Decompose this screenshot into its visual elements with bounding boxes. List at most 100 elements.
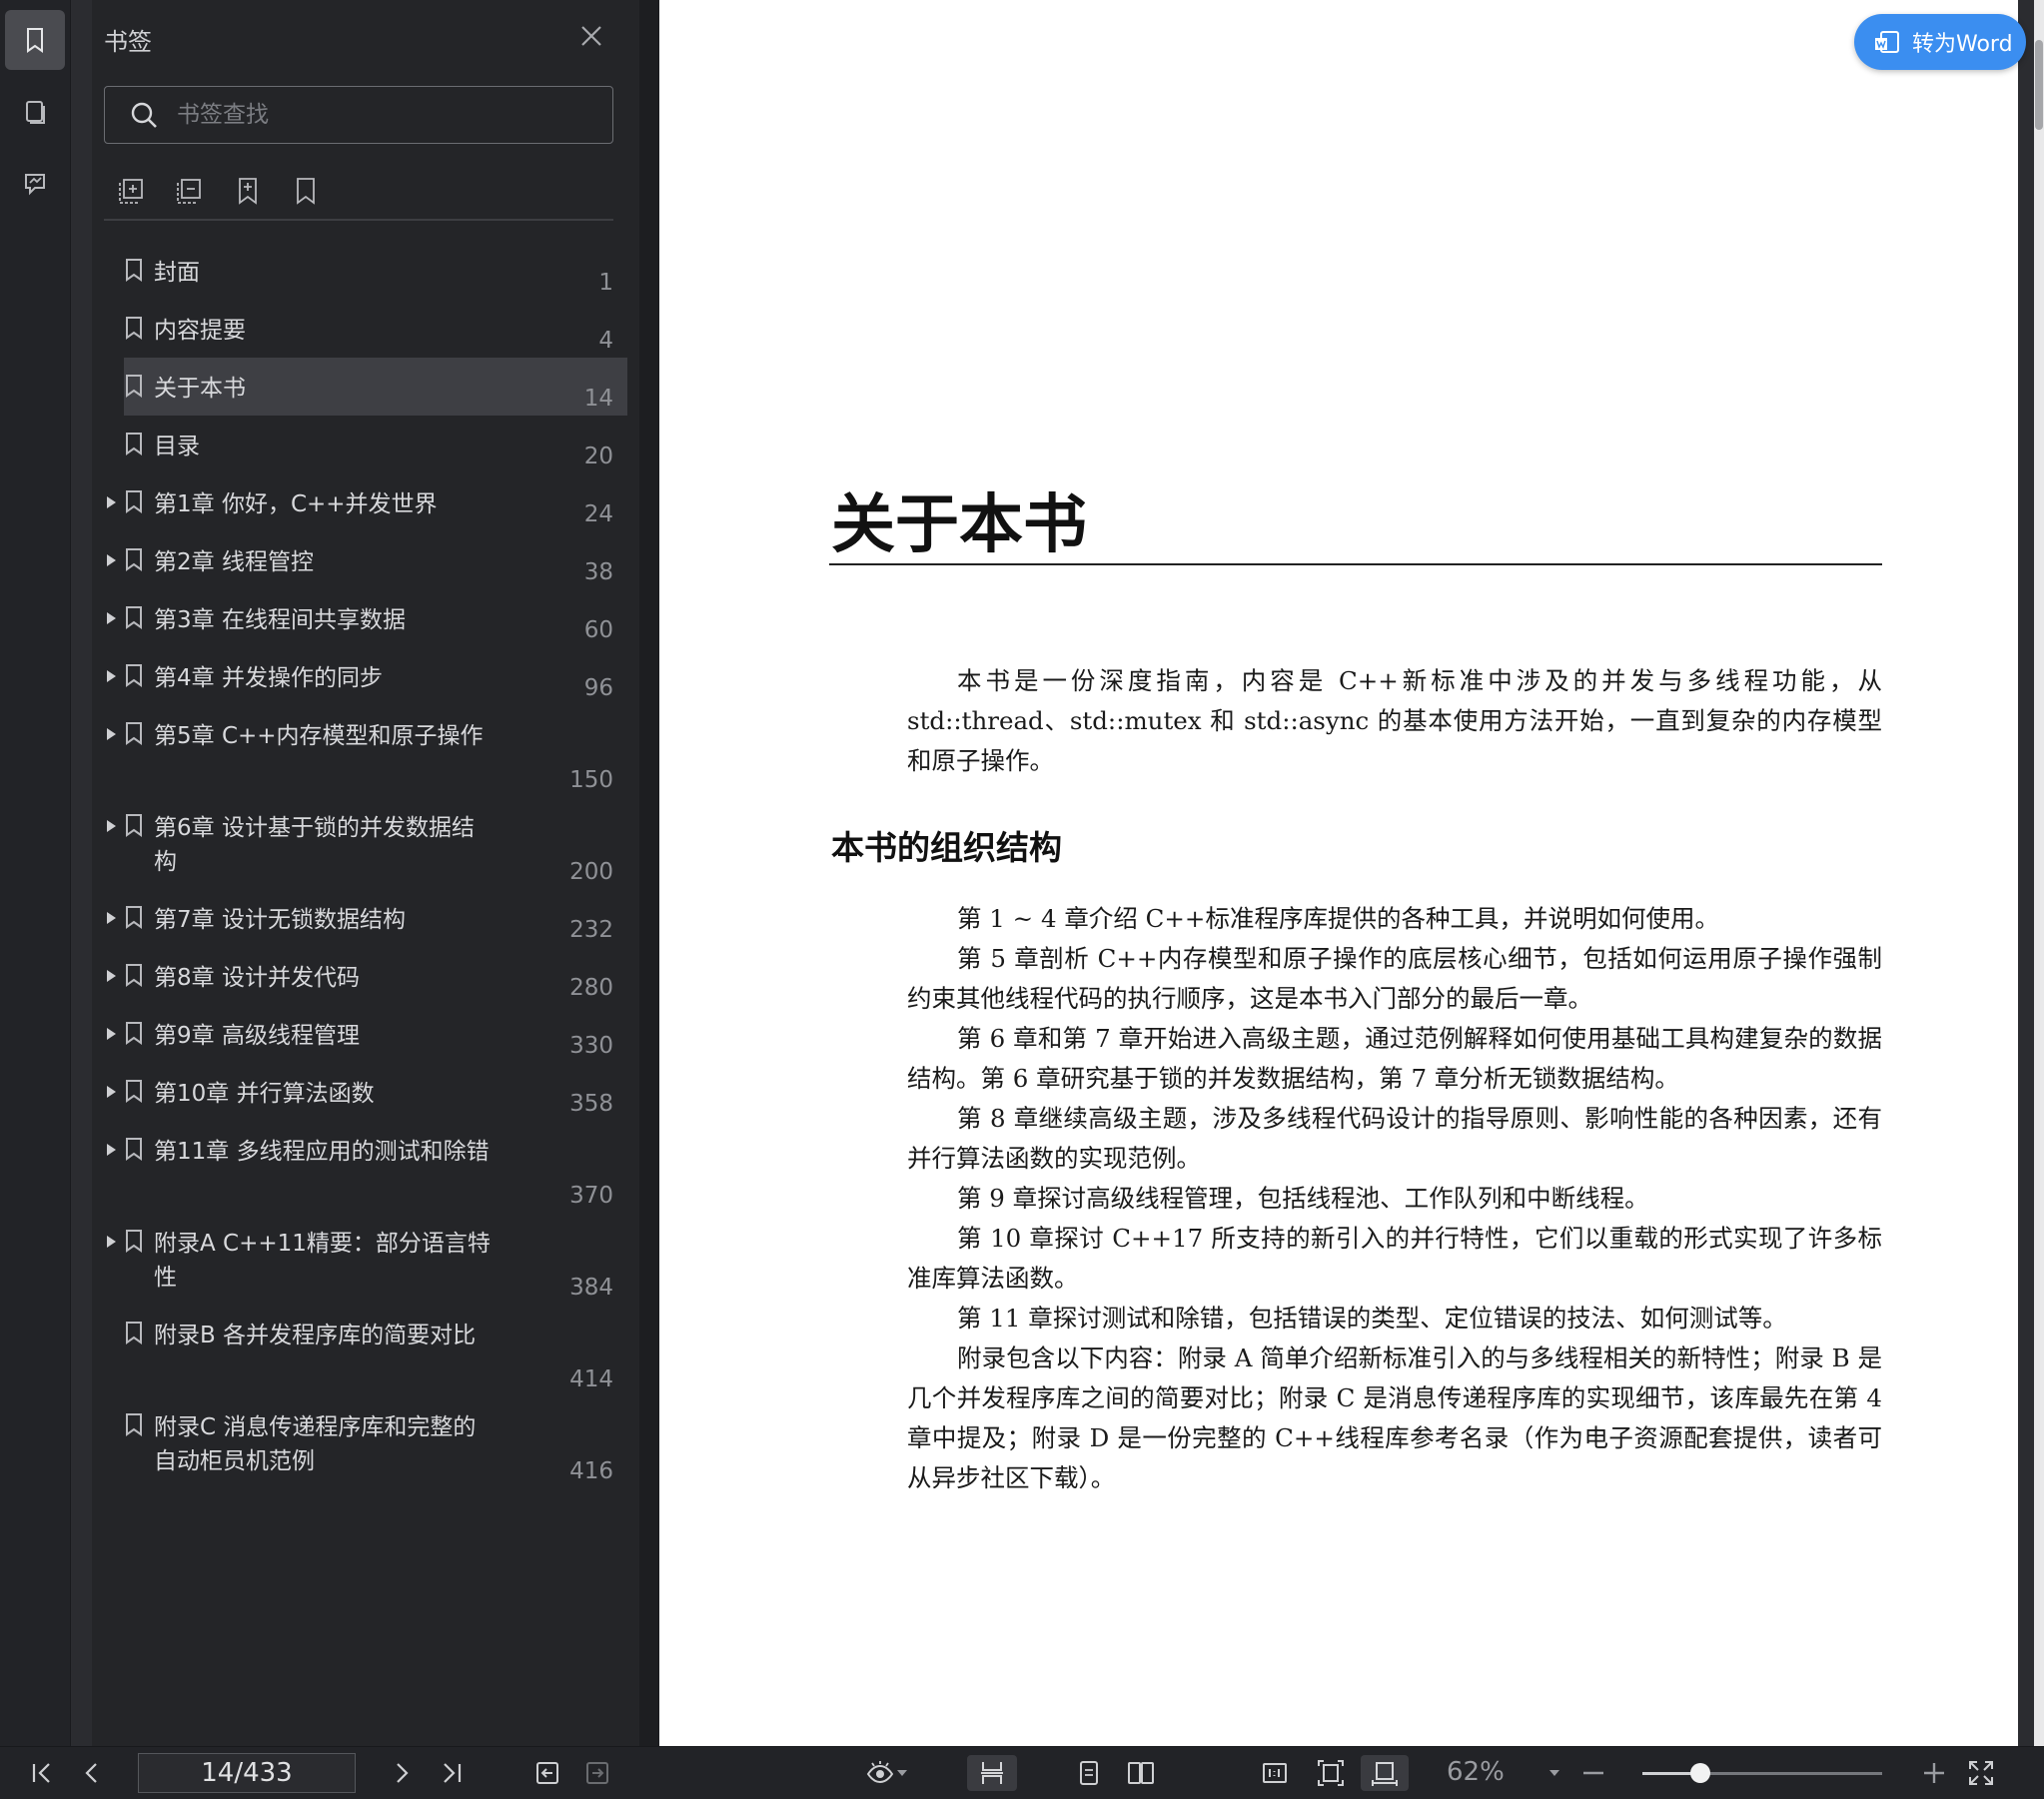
forward-icon <box>586 1762 608 1784</box>
expand-caret-icon[interactable] <box>104 1121 118 1179</box>
body-paragraph: 第 11 章探讨测试和除错，包括错误的类型、定位错误的技法、如何测试等。 <box>957 1304 1787 1333</box>
expand-caret-icon[interactable] <box>104 889 118 947</box>
zoom-slider[interactable] <box>1642 1763 1882 1783</box>
expand-all-icon <box>119 179 143 204</box>
bookmark-item[interactable]: 第10章 并行算法函数 358 <box>107 1063 627 1121</box>
bookmark-label: 附录A C++11精要：部分语言特性 <box>154 1231 491 1291</box>
bookmark-item[interactable]: 附录B 各并发程序库的简要对比 414 <box>124 1305 627 1396</box>
add-bookmark-button[interactable] <box>232 175 264 207</box>
bookmark-item[interactable]: 第11章 多线程应用的测试和除错 370 <box>107 1121 627 1213</box>
close-icon[interactable] <box>577 22 605 50</box>
expand-caret-icon[interactable] <box>104 705 118 763</box>
prev-page-button[interactable] <box>74 1755 110 1791</box>
body-paragraph: 第 9 章探讨高级线程管理，包括线程池、工作队列和中断线程。 <box>957 1184 1649 1213</box>
expand-caret-icon[interactable] <box>104 947 118 1005</box>
bookmark-page-number: 358 <box>569 1091 613 1117</box>
expand-caret-icon[interactable] <box>104 647 118 705</box>
expand-caret-icon[interactable] <box>104 589 118 647</box>
bookmark-item[interactable]: 内容提要 4 <box>124 300 627 358</box>
bookmark-page-number: 280 <box>569 975 613 1001</box>
next-page-button[interactable] <box>384 1755 420 1791</box>
document-scrollbar[interactable] <box>2034 0 2044 1746</box>
bookmark-label: 第7章 设计无锁数据结构 <box>154 907 406 933</box>
bookmark-toolbar <box>116 175 322 215</box>
expand-caret-icon[interactable] <box>104 797 118 855</box>
bookmark-label: 第6章 设计基于锁的并发数据结构 <box>154 815 475 875</box>
expand-caret-icon[interactable] <box>104 1213 118 1271</box>
bookmark-item[interactable]: 第5章 C++内存模型和原子操作 150 <box>107 705 627 797</box>
pages-rail-button[interactable] <box>5 82 65 142</box>
document-title: 关于本书 <box>831 487 1087 562</box>
bookmark-label: 内容提要 <box>154 318 246 344</box>
bookmark-item[interactable]: 关于本书 14 <box>124 358 627 416</box>
expand-caret-icon[interactable] <box>104 473 118 531</box>
expand-caret-icon[interactable] <box>104 531 118 589</box>
bookmark-search <box>104 86 613 144</box>
bookmark-item[interactable]: 目录 20 <box>124 416 627 473</box>
chevron-down-icon <box>897 1770 907 1776</box>
bookmark-page-number: 416 <box>569 1458 613 1484</box>
single-page-icon <box>1080 1761 1098 1785</box>
bookmark-item[interactable]: 第8章 设计并发代码 280 <box>107 947 627 1005</box>
bookmark-item[interactable]: 第6章 设计基于锁的并发数据结构 200 <box>107 797 627 889</box>
zoom-dropdown-button[interactable] <box>1540 1755 1568 1791</box>
expand-caret-icon[interactable] <box>104 1005 118 1063</box>
bookmark-item[interactable]: 第3章 在线程间共享数据 60 <box>107 589 627 647</box>
collapse-all-button[interactable] <box>174 175 206 207</box>
zoom-value[interactable]: 62% <box>1447 1757 1505 1787</box>
fullscreen-button[interactable] <box>1964 1755 1998 1791</box>
collapse-all-icon <box>177 179 201 204</box>
panel-scrollbar[interactable] <box>639 0 659 1746</box>
forward-button[interactable] <box>579 1755 615 1791</box>
bookmark-label: 第10章 并行算法函数 <box>154 1081 375 1107</box>
bookmark-item[interactable]: 封面 1 <box>124 242 627 300</box>
zoom-in-button[interactable] <box>1918 1755 1950 1791</box>
bookmark-outline-button[interactable] <box>290 175 322 207</box>
eye-care-button[interactable] <box>859 1755 915 1791</box>
continuous-scroll-button[interactable] <box>967 1755 1017 1791</box>
fit-page-button[interactable] <box>1311 1755 1351 1791</box>
bookmark-item[interactable]: 第7章 设计无锁数据结构 232 <box>107 889 627 947</box>
scrollbar-thumb[interactable] <box>2035 40 2043 130</box>
bookmark-rail-button[interactable] <box>5 10 65 70</box>
actual-size-button[interactable] <box>1255 1755 1295 1791</box>
bottom-toolbar: 14/433 62% <box>0 1746 2044 1799</box>
bookmark-page-number: 200 <box>569 859 613 885</box>
bookmark-icon <box>124 963 144 987</box>
fullscreen-icon <box>1969 1761 1993 1785</box>
last-page-button[interactable] <box>434 1755 470 1791</box>
section-body: 第 1 ~ 4 章介绍 C++标准程序库提供的各种工具，并说明如何使用。第 5 … <box>907 899 1882 1498</box>
convert-to-word-button[interactable]: 转为Word <box>1854 14 2026 70</box>
body-paragraph: 第 1 ~ 4 章介绍 C++标准程序库提供的各种工具，并说明如何使用。 <box>957 904 1719 933</box>
bookmark-item[interactable]: 附录C 消息传递程序库和完整的自动柜员机范例 416 <box>124 1396 627 1488</box>
expand-caret-icon[interactable] <box>104 1063 118 1121</box>
annotation-rail-button[interactable] <box>5 154 65 214</box>
double-page-button[interactable] <box>1121 1755 1161 1791</box>
bookmark-item[interactable]: 第2章 线程管控 38 <box>107 531 627 589</box>
pages-icon <box>26 101 45 124</box>
zoom-out-button[interactable] <box>1578 1755 1608 1791</box>
bookmark-item[interactable]: 第4章 并发操作的同步 96 <box>107 647 627 705</box>
continuous-scroll-icon <box>981 1762 1003 1784</box>
bookmark-page-number: 96 <box>583 675 613 701</box>
bookmark-item[interactable]: 第9章 高级线程管理 330 <box>107 1005 627 1063</box>
back-button[interactable] <box>529 1755 565 1791</box>
bookmark-icon <box>27 28 43 53</box>
fit-width-button[interactable] <box>1361 1755 1409 1791</box>
bookmark-item[interactable]: 第1章 你好，C++并发世界 24 <box>107 473 627 531</box>
expand-all-button[interactable] <box>116 175 148 207</box>
bookmark-label: 封面 <box>154 260 200 286</box>
bookmark-page-number: 414 <box>569 1366 613 1392</box>
bookmark-page-number: 150 <box>569 767 613 793</box>
left-icon-rail <box>0 0 71 1746</box>
zoom-slider-knob[interactable] <box>1689 1763 1710 1783</box>
body-paragraph: 第 5 章剖析 C++内存模型和原子操作的底层核心细节，包括如何运用原子操作强制… <box>907 944 1882 1013</box>
bookmark-search-input[interactable] <box>175 101 578 129</box>
panel-divider <box>104 219 613 221</box>
bookmark-item[interactable]: 附录A C++11精要：部分语言特性 384 <box>107 1213 627 1305</box>
single-page-button[interactable] <box>1069 1755 1109 1791</box>
page-number-input[interactable]: 14/433 <box>138 1753 356 1793</box>
plus-icon <box>1924 1763 1944 1783</box>
bookmark-icon <box>124 258 144 282</box>
first-page-button[interactable] <box>24 1755 60 1791</box>
